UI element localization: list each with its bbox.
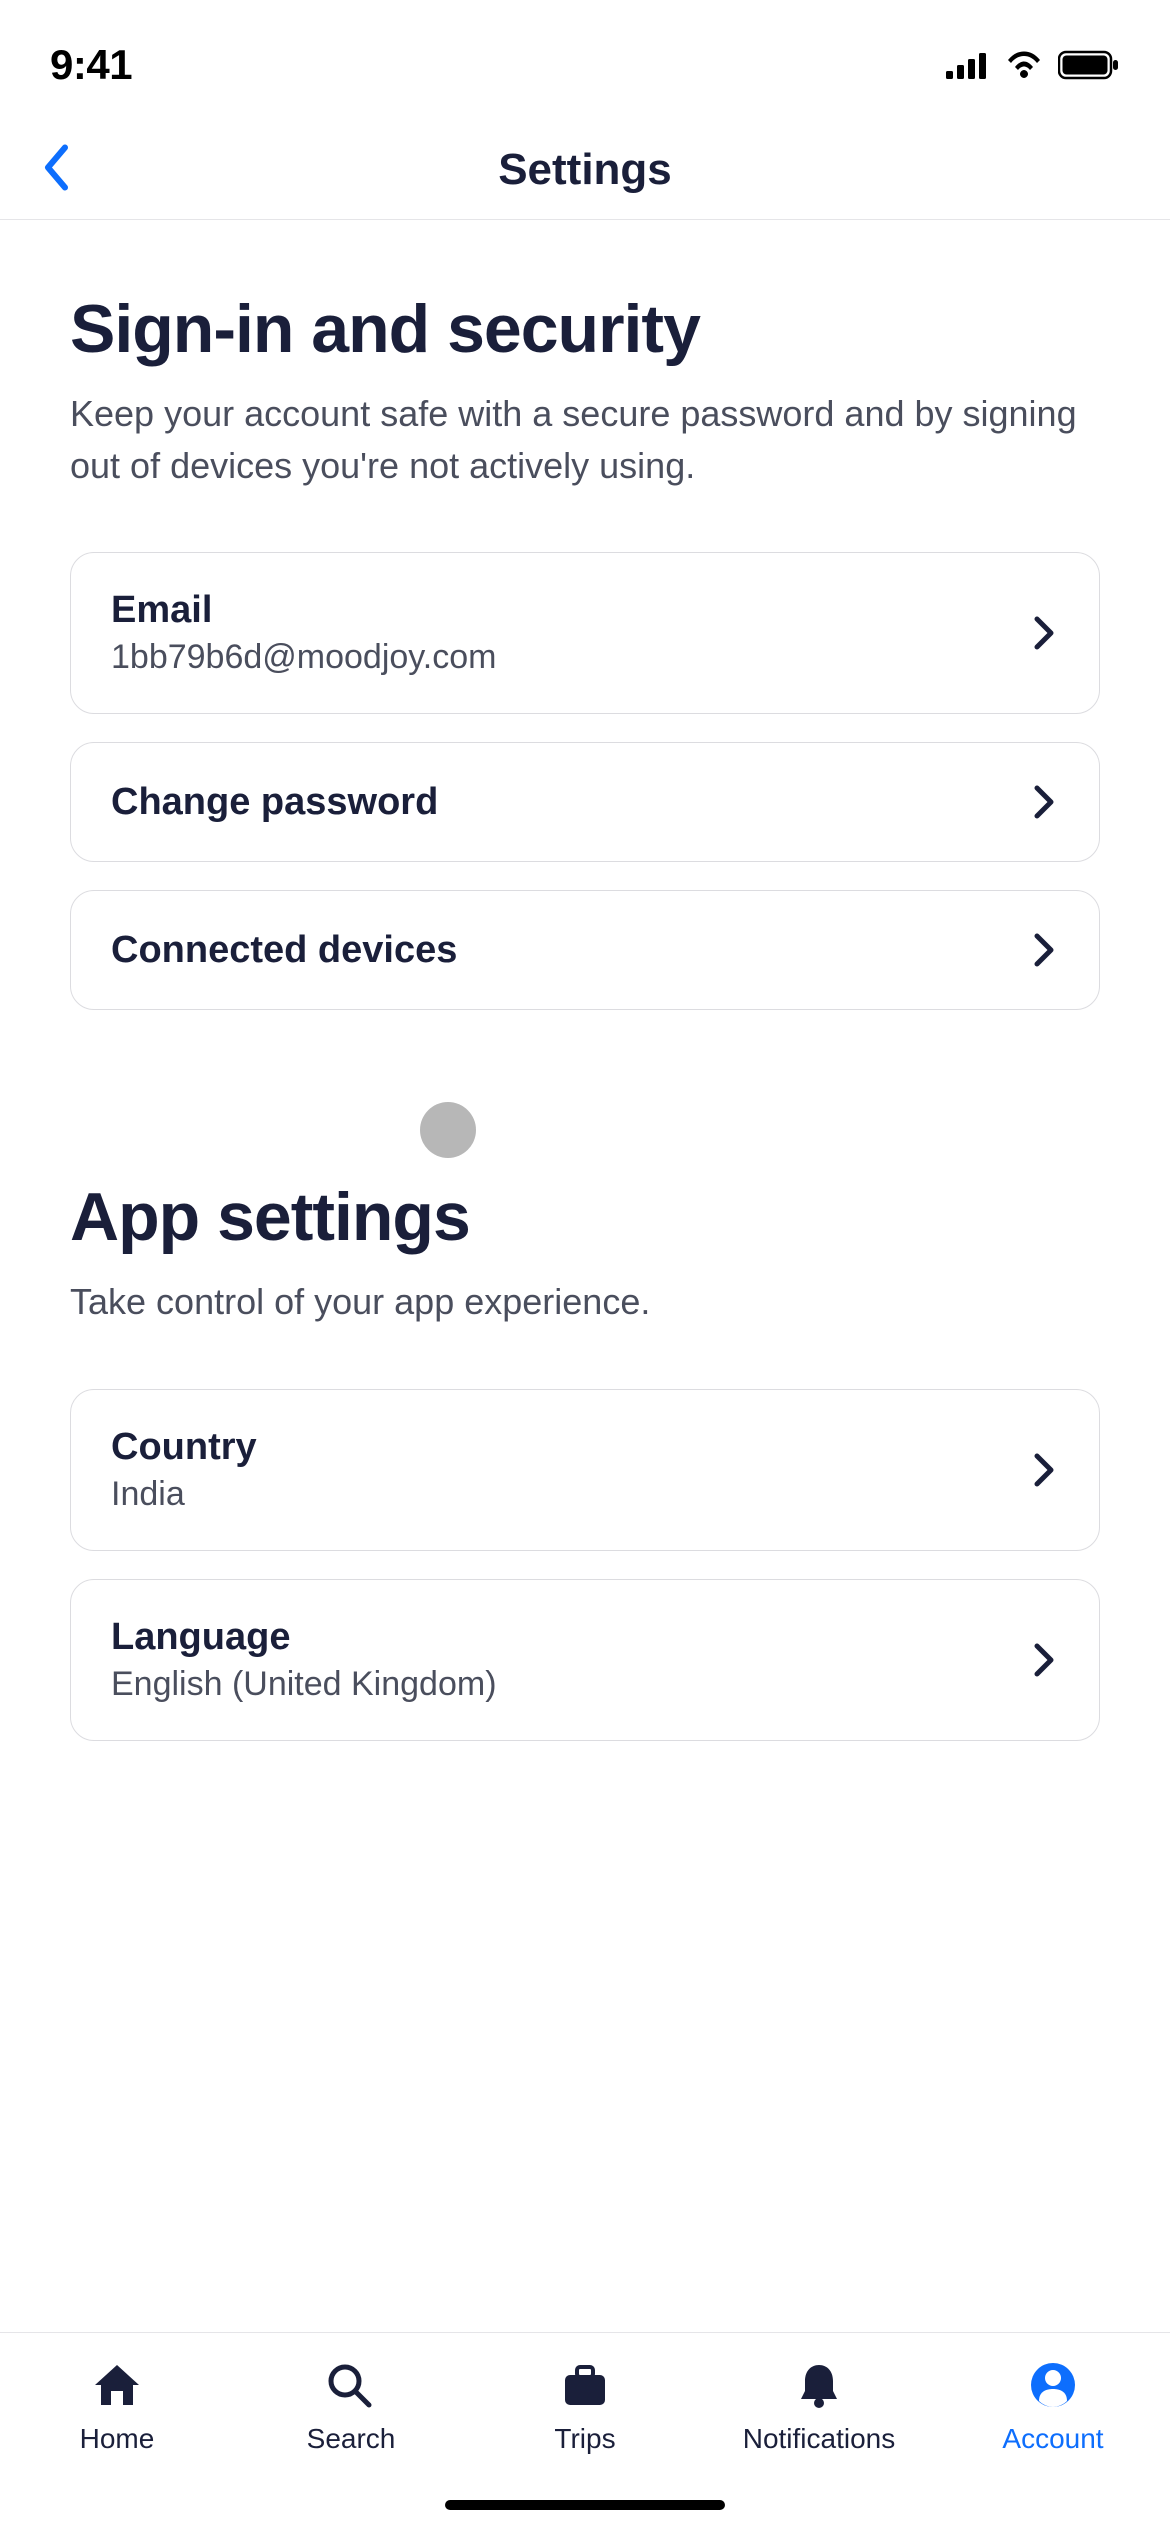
wifi-icon [1004,50,1044,80]
country-label: Country [111,1426,257,1469]
security-section-subtitle: Keep your account safe with a secure pas… [70,388,1100,492]
chevron-right-icon [1031,1450,1059,1490]
security-section: Sign-in and security Keep your account s… [70,290,1100,1010]
status-icons [946,50,1120,80]
language-value: English (United Kingdom) [111,1665,497,1704]
email-row[interactable]: Email 1bb79b6d@moodjoy.com [70,552,1100,714]
back-button[interactable] [20,122,92,217]
status-time: 9:41 [50,41,132,89]
content: Sign-in and security Keep your account s… [0,220,1170,1741]
chevron-right-icon [1031,782,1059,822]
security-section-title: Sign-in and security [70,290,1100,368]
search-icon [325,2361,377,2409]
briefcase-icon [559,2361,611,2409]
chevron-right-icon [1031,1640,1059,1680]
status-bar: 9:41 [0,0,1170,120]
connected-devices-label: Connected devices [111,929,457,972]
email-value: 1bb79b6d@moodjoy.com [111,638,496,677]
tab-home[interactable]: Home [0,2361,234,2455]
cellular-icon [946,51,990,79]
tab-notifications-label: Notifications [743,2423,896,2455]
tab-trips-label: Trips [554,2423,615,2455]
app-settings-title: App settings [70,1178,1100,1256]
tab-notifications[interactable]: Notifications [702,2361,936,2455]
language-row[interactable]: Language English (United Kingdom) [70,1579,1100,1741]
tab-search[interactable]: Search [234,2361,468,2455]
app-settings-section: App settings Take control of your app ex… [70,1178,1100,1740]
change-password-label: Change password [111,781,438,824]
account-icon [1027,2361,1079,2409]
change-password-row[interactable]: Change password [70,742,1100,862]
app-settings-subtitle: Take control of your app experience. [70,1276,1100,1328]
tab-trips[interactable]: Trips [468,2361,702,2455]
email-label: Email [111,589,496,632]
tab-search-label: Search [307,2423,396,2455]
chevron-right-icon [1031,930,1059,970]
touch-indicator [420,1102,476,1158]
page-title: Settings [498,145,672,195]
battery-icon [1058,50,1120,80]
country-row[interactable]: Country India [70,1389,1100,1551]
home-icon [91,2361,143,2409]
bell-icon [793,2361,845,2409]
connected-devices-row[interactable]: Connected devices [70,890,1100,1010]
home-indicator[interactable] [445,2500,725,2510]
tab-home-label: Home [80,2423,155,2455]
tab-account-label: Account [1002,2423,1103,2455]
country-value: India [111,1475,257,1514]
language-label: Language [111,1616,497,1659]
tab-account[interactable]: Account [936,2361,1170,2455]
nav-header: Settings [0,120,1170,220]
chevron-left-icon [40,142,72,192]
chevron-right-icon [1031,613,1059,653]
